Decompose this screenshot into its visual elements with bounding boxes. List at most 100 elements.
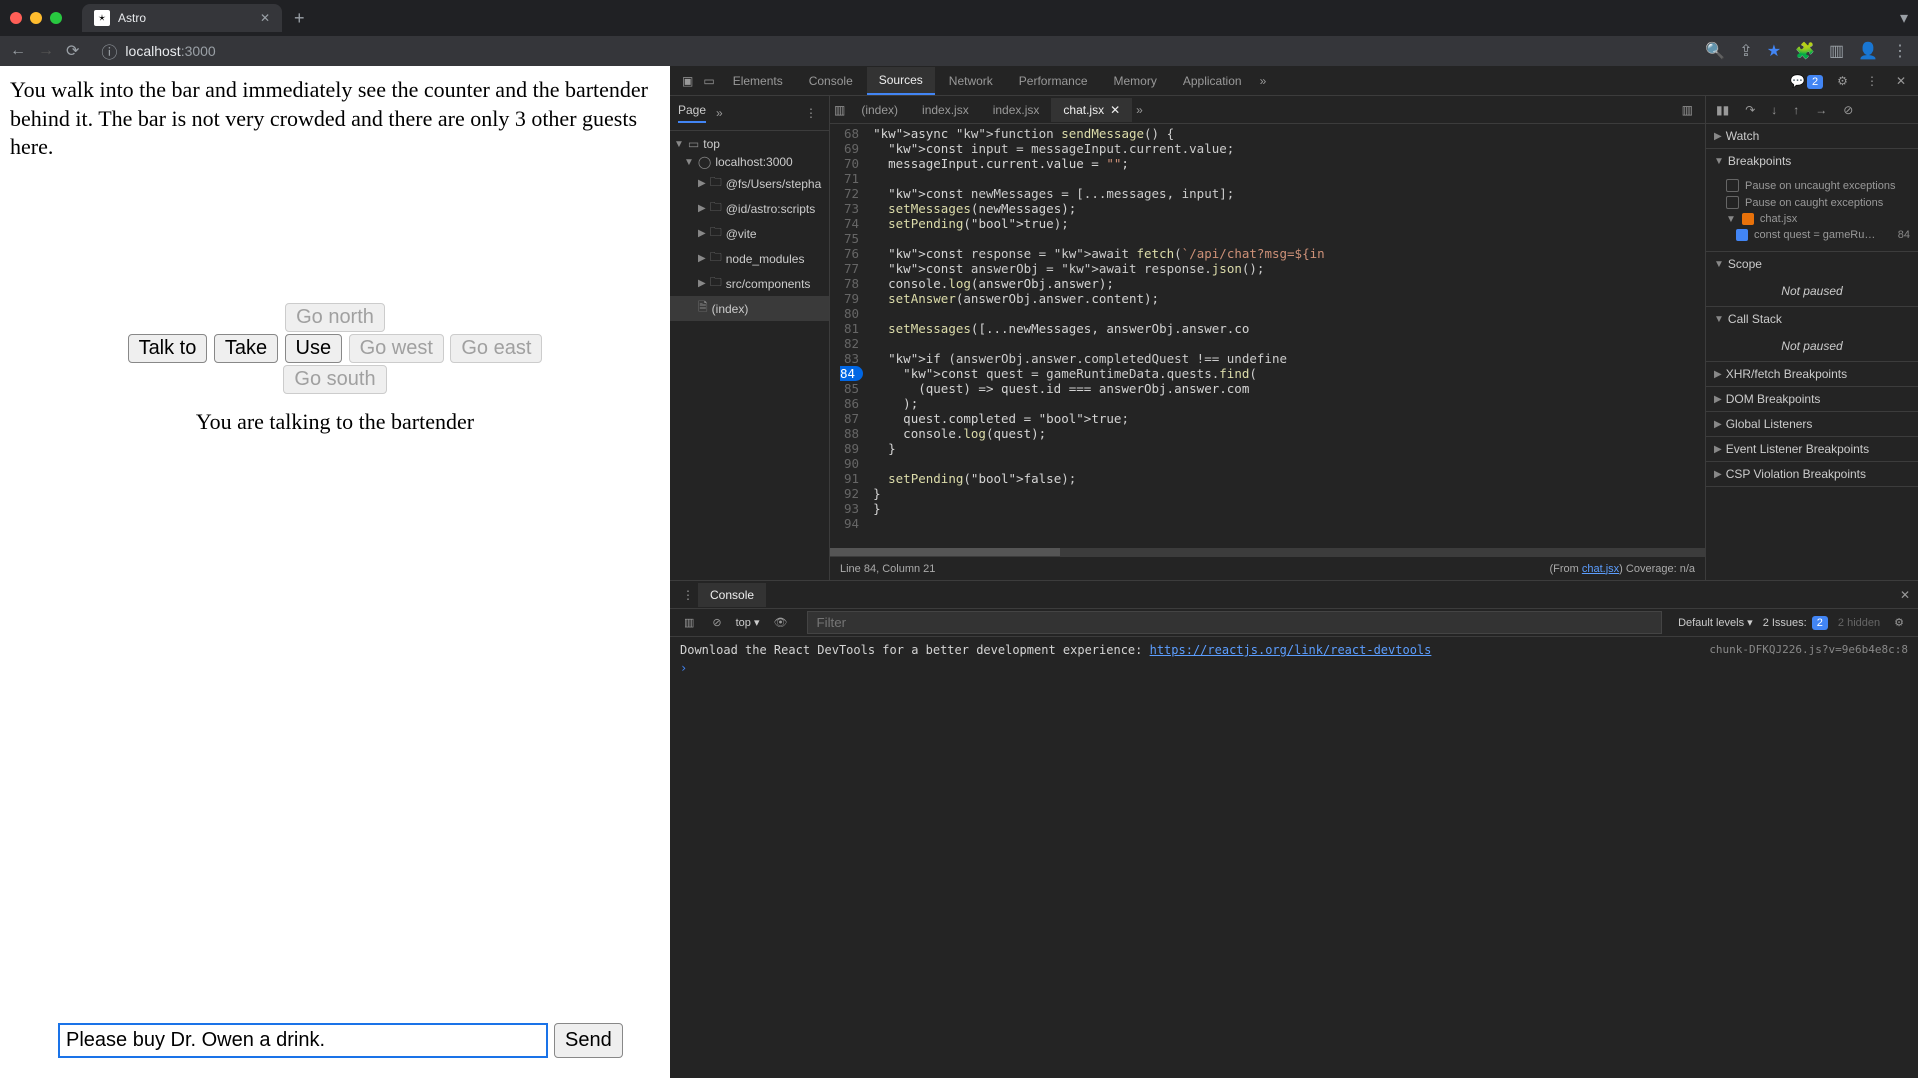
- new-tab-button[interactable]: +: [294, 8, 305, 29]
- extensions-icon[interactable]: 🧩: [1795, 41, 1815, 61]
- react-devtools-link[interactable]: https://reactjs.org/link/react-devtools: [1150, 643, 1432, 657]
- tree-folder[interactable]: ▶🗀@vite: [670, 221, 829, 246]
- tree-host[interactable]: ▼◯localhost:3000: [670, 153, 829, 171]
- tab-performance[interactable]: Performance: [1007, 68, 1100, 94]
- breakpoints-section[interactable]: ▼Breakpoints: [1706, 149, 1918, 173]
- tree-folder[interactable]: ▶🗀@fs/Users/stepha: [670, 171, 829, 196]
- address-bar[interactable]: ⓘ localhost:3000: [101, 39, 215, 63]
- window-maximize[interactable]: [50, 12, 62, 24]
- file-nav-icon[interactable]: ▥: [830, 99, 849, 121]
- console-prompt[interactable]: ›: [680, 661, 1908, 675]
- forward-button[interactable]: →: [38, 42, 54, 60]
- csp-breakpoints-section[interactable]: ▶CSP Violation Breakpoints: [1706, 462, 1918, 486]
- console-output[interactable]: chunk-DFKQJ226.js?v=9e6b4e8c:8 Download …: [670, 637, 1918, 1078]
- tab-memory[interactable]: Memory: [1102, 68, 1169, 94]
- xhr-breakpoints-section[interactable]: ▶XHR/fetch Breakpoints: [1706, 362, 1918, 386]
- page-tree-menu-icon[interactable]: ⋮: [801, 102, 821, 124]
- breakpoint-file[interactable]: ▼chat.jsx: [1726, 211, 1910, 227]
- issues-badge[interactable]: 💬2: [1790, 74, 1823, 88]
- file-tab[interactable]: (index): [849, 98, 910, 122]
- console-settings-icon[interactable]: ⚙: [1890, 612, 1908, 633]
- devtools-close-icon[interactable]: ✕: [1892, 70, 1910, 92]
- code-editor[interactable]: 6869707172737475767778798081828384858687…: [830, 124, 1705, 548]
- pause-uncaught-checkbox[interactable]: [1726, 179, 1739, 192]
- menu-icon[interactable]: ⋮: [1892, 41, 1908, 61]
- tab-list-dropdown[interactable]: ▾: [1900, 8, 1908, 28]
- inspect-element-icon[interactable]: ▣: [678, 70, 697, 92]
- tab-network[interactable]: Network: [937, 68, 1005, 94]
- take-button[interactable]: Take: [214, 334, 278, 363]
- step-over-icon[interactable]: ↷: [1741, 99, 1759, 121]
- pause-resume-icon[interactable]: ▮▮: [1712, 99, 1733, 121]
- tree-file-index[interactable]: 🗎(index): [670, 296, 829, 321]
- close-file-icon[interactable]: ✕: [1110, 103, 1120, 117]
- site-info-icon[interactable]: ⓘ: [101, 39, 117, 63]
- console-levels[interactable]: Default levels ▾: [1678, 616, 1753, 629]
- talk-to-button[interactable]: Talk to: [128, 334, 208, 363]
- tab-sources[interactable]: Sources: [867, 67, 935, 95]
- file-tab[interactable]: index.jsx: [910, 98, 981, 122]
- profile-icon[interactable]: 👤: [1858, 41, 1878, 61]
- message-input[interactable]: [58, 1023, 548, 1058]
- console-issues[interactable]: 2 Issues: 2: [1763, 617, 1828, 629]
- tab-application[interactable]: Application: [1171, 68, 1254, 94]
- window-close[interactable]: [10, 12, 22, 24]
- console-close-icon[interactable]: ✕: [1900, 588, 1910, 602]
- console-clear-icon[interactable]: ⊘: [708, 612, 725, 633]
- source-link[interactable]: chat.jsx: [1582, 563, 1619, 575]
- settings-gear-icon[interactable]: ⚙: [1833, 70, 1852, 92]
- breakpoint-checkbox[interactable]: [1736, 229, 1748, 241]
- file-tab[interactable]: index.jsx: [981, 98, 1052, 122]
- file-tab-chat[interactable]: chat.jsx✕: [1051, 98, 1132, 122]
- share-icon[interactable]: ⇪: [1739, 41, 1752, 61]
- tab-console[interactable]: Console: [797, 68, 865, 94]
- console-context[interactable]: top ▾: [736, 616, 760, 629]
- breakpoint-item[interactable]: const quest = gameRu…84: [1726, 227, 1910, 243]
- go-south-button[interactable]: Go south: [283, 365, 386, 394]
- scope-section[interactable]: ▼Scope: [1706, 252, 1918, 276]
- step-icon[interactable]: →: [1811, 99, 1831, 121]
- browser-tab[interactable]: 🟉 Astro ✕: [82, 4, 282, 32]
- tab-elements[interactable]: Elements: [721, 68, 795, 94]
- pause-caught-checkbox[interactable]: [1726, 196, 1739, 209]
- console-filter-input[interactable]: [807, 611, 1662, 634]
- step-out-icon[interactable]: ↑: [1789, 99, 1803, 121]
- tree-folder[interactable]: ▶🗀@id/astro:scripts: [670, 196, 829, 221]
- tree-folder[interactable]: ▶🗀node_modules: [670, 246, 829, 271]
- back-button[interactable]: ←: [10, 42, 26, 60]
- more-files-icon[interactable]: »: [1132, 99, 1147, 121]
- go-north-button[interactable]: Go north: [285, 303, 385, 332]
- device-toggle-icon[interactable]: ▭: [699, 70, 718, 92]
- game-status: You are talking to the bartender: [0, 409, 670, 435]
- deactivate-breakpoints-icon[interactable]: ⊘: [1839, 99, 1857, 121]
- event-breakpoints-section[interactable]: ▶Event Listener Breakpoints: [1706, 437, 1918, 461]
- window-minimize[interactable]: [30, 12, 42, 24]
- bookmark-star-icon[interactable]: ★: [1767, 41, 1781, 61]
- watch-section[interactable]: ▶Watch: [1706, 124, 1918, 148]
- use-button[interactable]: Use: [285, 334, 343, 363]
- console-sidebar-icon[interactable]: ▥: [680, 612, 698, 633]
- side-panel-icon[interactable]: ▥: [1829, 41, 1844, 61]
- toggle-sidebar-icon[interactable]: ▥: [1678, 99, 1697, 121]
- more-tabs-icon[interactable]: »: [1256, 70, 1271, 92]
- send-button[interactable]: Send: [554, 1023, 623, 1058]
- reload-button[interactable]: ⟳: [66, 41, 79, 61]
- tree-top[interactable]: ▼▭top: [670, 135, 829, 153]
- step-into-icon[interactable]: ↓: [1767, 99, 1781, 121]
- tree-folder[interactable]: ▶🗀src/components: [670, 271, 829, 296]
- dom-breakpoints-section[interactable]: ▶DOM Breakpoints: [1706, 387, 1918, 411]
- console-source-link[interactable]: chunk-DFKQJ226.js?v=9e6b4e8c:8: [1709, 643, 1908, 656]
- horizontal-scrollbar[interactable]: [830, 548, 1705, 556]
- page-tree-tab[interactable]: Page: [678, 103, 706, 123]
- console-drawer-tab[interactable]: Console: [698, 583, 766, 607]
- console-eye-icon[interactable]: 👁: [770, 612, 792, 633]
- zoom-icon[interactable]: 🔍: [1705, 41, 1725, 61]
- callstack-section[interactable]: ▼Call Stack: [1706, 307, 1918, 331]
- go-west-button[interactable]: Go west: [349, 334, 444, 363]
- global-listeners-section[interactable]: ▶Global Listeners: [1706, 412, 1918, 436]
- console-menu-icon[interactable]: ⋮: [678, 584, 698, 606]
- go-east-button[interactable]: Go east: [450, 334, 542, 363]
- close-tab-icon[interactable]: ✕: [260, 11, 270, 25]
- page-tree-more-icon[interactable]: »: [712, 102, 727, 124]
- devtools-menu-icon[interactable]: ⋮: [1862, 70, 1882, 92]
